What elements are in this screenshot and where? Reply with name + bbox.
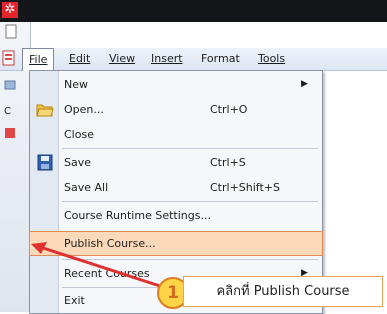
record-icon[interactable]	[4, 126, 24, 144]
save-disk-icon	[37, 154, 53, 171]
title-bar: ✲	[0, 0, 387, 22]
menu-item-close[interactable]: Close	[30, 123, 322, 146]
annotation-callout: คลิกที่ Publish Course	[183, 276, 383, 307]
menu-view[interactable]: View	[103, 48, 141, 70]
menu-separator	[62, 148, 318, 149]
app-logo-icon: ✲	[2, 2, 18, 18]
menu-insert[interactable]: Insert	[145, 48, 189, 70]
menu-file[interactable]: File	[22, 48, 55, 71]
menu-item-open[interactable]: Open... Ctrl+O	[30, 98, 322, 121]
app-window: ✲ C File Edit View Insert Format Tools N…	[0, 0, 387, 314]
menu-edit[interactable]: Edit	[63, 48, 96, 70]
menu-item-new[interactable]: New ▶	[30, 73, 322, 96]
open-folder-icon	[36, 104, 54, 117]
menu-item-save-all[interactable]: Save All Ctrl+Shift+S	[30, 176, 322, 199]
menu-tools[interactable]: Tools	[252, 48, 291, 70]
submenu-arrow-icon: ▶	[301, 79, 308, 89]
menu-separator	[62, 259, 318, 260]
menu-bar: File Edit View Insert Format Tools	[0, 48, 387, 71]
menu-item-save[interactable]: Save Ctrl+S	[30, 151, 322, 174]
toolbar-icon[interactable]	[4, 78, 24, 96]
menu-format[interactable]: Format	[195, 48, 246, 70]
menu-item-course-runtime-settings[interactable]: Course Runtime Settings...	[30, 204, 322, 227]
menu-item-publish-course[interactable]: Publish Course...	[29, 231, 323, 256]
panel-label-fragment: C	[4, 106, 11, 117]
document-icon	[2, 50, 15, 66]
menu-separator	[62, 201, 318, 202]
toolbar-icon[interactable]	[4, 24, 24, 42]
